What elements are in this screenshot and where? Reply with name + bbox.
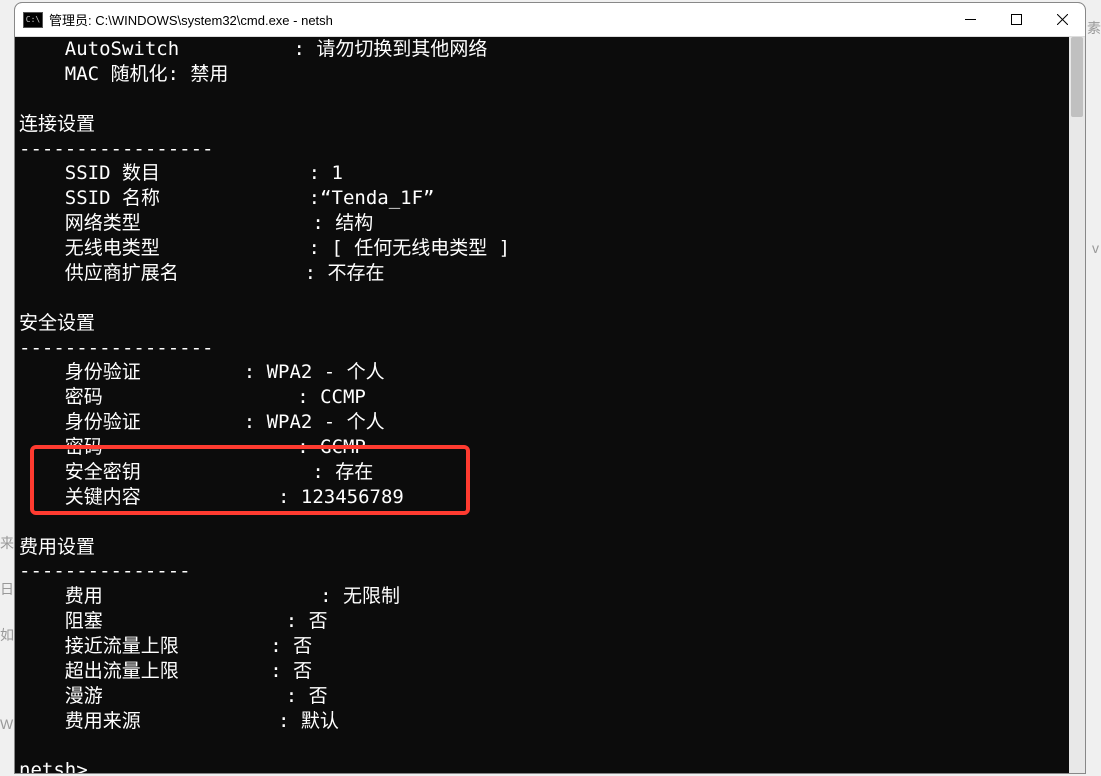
over-limit-label: 超出流量上限 [19,660,179,682]
cost-value: : 无限制 [320,585,400,607]
window-controls [947,3,1085,36]
security-key-value: : 存在 [312,461,373,483]
auth2-label: 身份验证 [19,411,141,433]
key-content-value: : 123456789 [278,486,404,508]
minimize-button[interactable] [947,3,993,36]
cmd-icon: C:\ [23,12,43,28]
titlebar[interactable]: C:\ 管理员: C:\WINDOWS\system32\cmd.exe - n… [15,3,1085,37]
divider: ----------------- [19,138,213,160]
vendor-ext-label: 供应商扩展名 [19,262,179,284]
congested-label: 阻塞 [19,610,103,632]
close-button[interactable] [1039,3,1085,36]
bg-text: 来 [0,533,14,553]
near-limit-value: : 否 [270,635,312,657]
near-limit-label: 接近流量上限 [19,635,179,657]
ssid-count-label: SSID 数目 [19,162,160,184]
cipher2-label: 密码 [19,436,103,458]
bg-text: 如 [0,625,14,645]
security-settings-header: 安全设置 [19,312,95,334]
cost-source-value: : 默认 [278,710,339,732]
autoswitch-label: AutoSwitch [19,38,179,60]
cipher1-value: : CCMP [297,386,366,408]
connection-settings-header: 连接设置 [19,113,95,135]
window-title: 管理员: C:\WINDOWS\system32\cmd.exe - netsh [49,10,333,29]
vendor-ext-value: : 不存在 [305,262,385,284]
congested-value: : 否 [286,610,328,632]
netsh-prompt: netsh> [19,759,88,773]
cost-source-label: 费用来源 [19,710,141,732]
scrollbar-thumb[interactable] [1071,37,1083,117]
cost-settings-header: 费用设置 [19,536,95,558]
network-type-value: : 结构 [312,212,373,234]
autoswitch-value: : 请勿切换到其他网络 [294,38,488,60]
terminal-output[interactable]: AutoSwitch : 请勿切换到其他网络 MAC 随机化: 禁用 连接设置 … [15,37,1085,773]
auth1-value: : WPA2 - 个人 [244,361,385,383]
radio-type-value: : [ 任何无线电类型 ] [308,237,510,259]
cmd-window: C:\ 管理员: C:\WINDOWS\system32\cmd.exe - n… [14,2,1086,774]
auth2-value: : WPA2 - 个人 [244,411,385,433]
maximize-button[interactable] [993,3,1039,36]
auth1-label: 身份验证 [19,361,141,383]
divider: ----------------- [19,337,213,359]
cipher1-label: 密码 [19,386,103,408]
bg-text: 日 [0,579,14,599]
scrollbar-track[interactable] [1069,37,1085,773]
ssid-count-value: : 1 [309,162,343,184]
cipher2-value: : GCMP [297,436,366,458]
cost-label: 费用 [19,585,103,607]
bg-text: W [0,716,13,732]
key-content-label: 关键内容 [19,486,141,508]
over-limit-value: : 否 [270,660,312,682]
security-key-label: 安全密钥 [19,461,141,483]
network-type-label: 网络类型 [19,212,141,234]
ssid-name-label: SSID 名称 [19,187,160,209]
mac-random-line: MAC 随机化: 禁用 [19,63,228,85]
divider: --------------- [19,560,191,582]
ssid-name-value: :“Tenda_1F” [309,187,435,209]
titlebar-left: C:\ 管理员: C:\WINDOWS\system32\cmd.exe - n… [23,10,333,29]
radio-type-label: 无线电类型 [19,237,160,259]
bg-text: v [1092,240,1099,256]
bg-text: 素 [1087,18,1101,38]
roaming-label: 漫游 [19,685,103,707]
roaming-value: : 否 [286,685,328,707]
